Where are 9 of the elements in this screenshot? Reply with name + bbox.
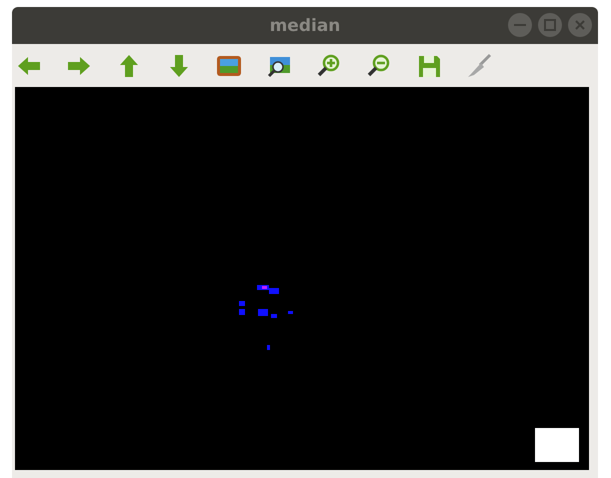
zoom-in-icon <box>316 52 342 78</box>
maximize-icon <box>544 19 556 31</box>
window-title: median <box>270 16 340 36</box>
close-icon <box>575 20 585 30</box>
close-button[interactable] <box>568 13 592 37</box>
zoom-out-icon <box>366 52 392 78</box>
minimize-icon <box>514 24 526 26</box>
maximize-button[interactable] <box>538 13 562 37</box>
minimize-button[interactable] <box>508 13 532 37</box>
